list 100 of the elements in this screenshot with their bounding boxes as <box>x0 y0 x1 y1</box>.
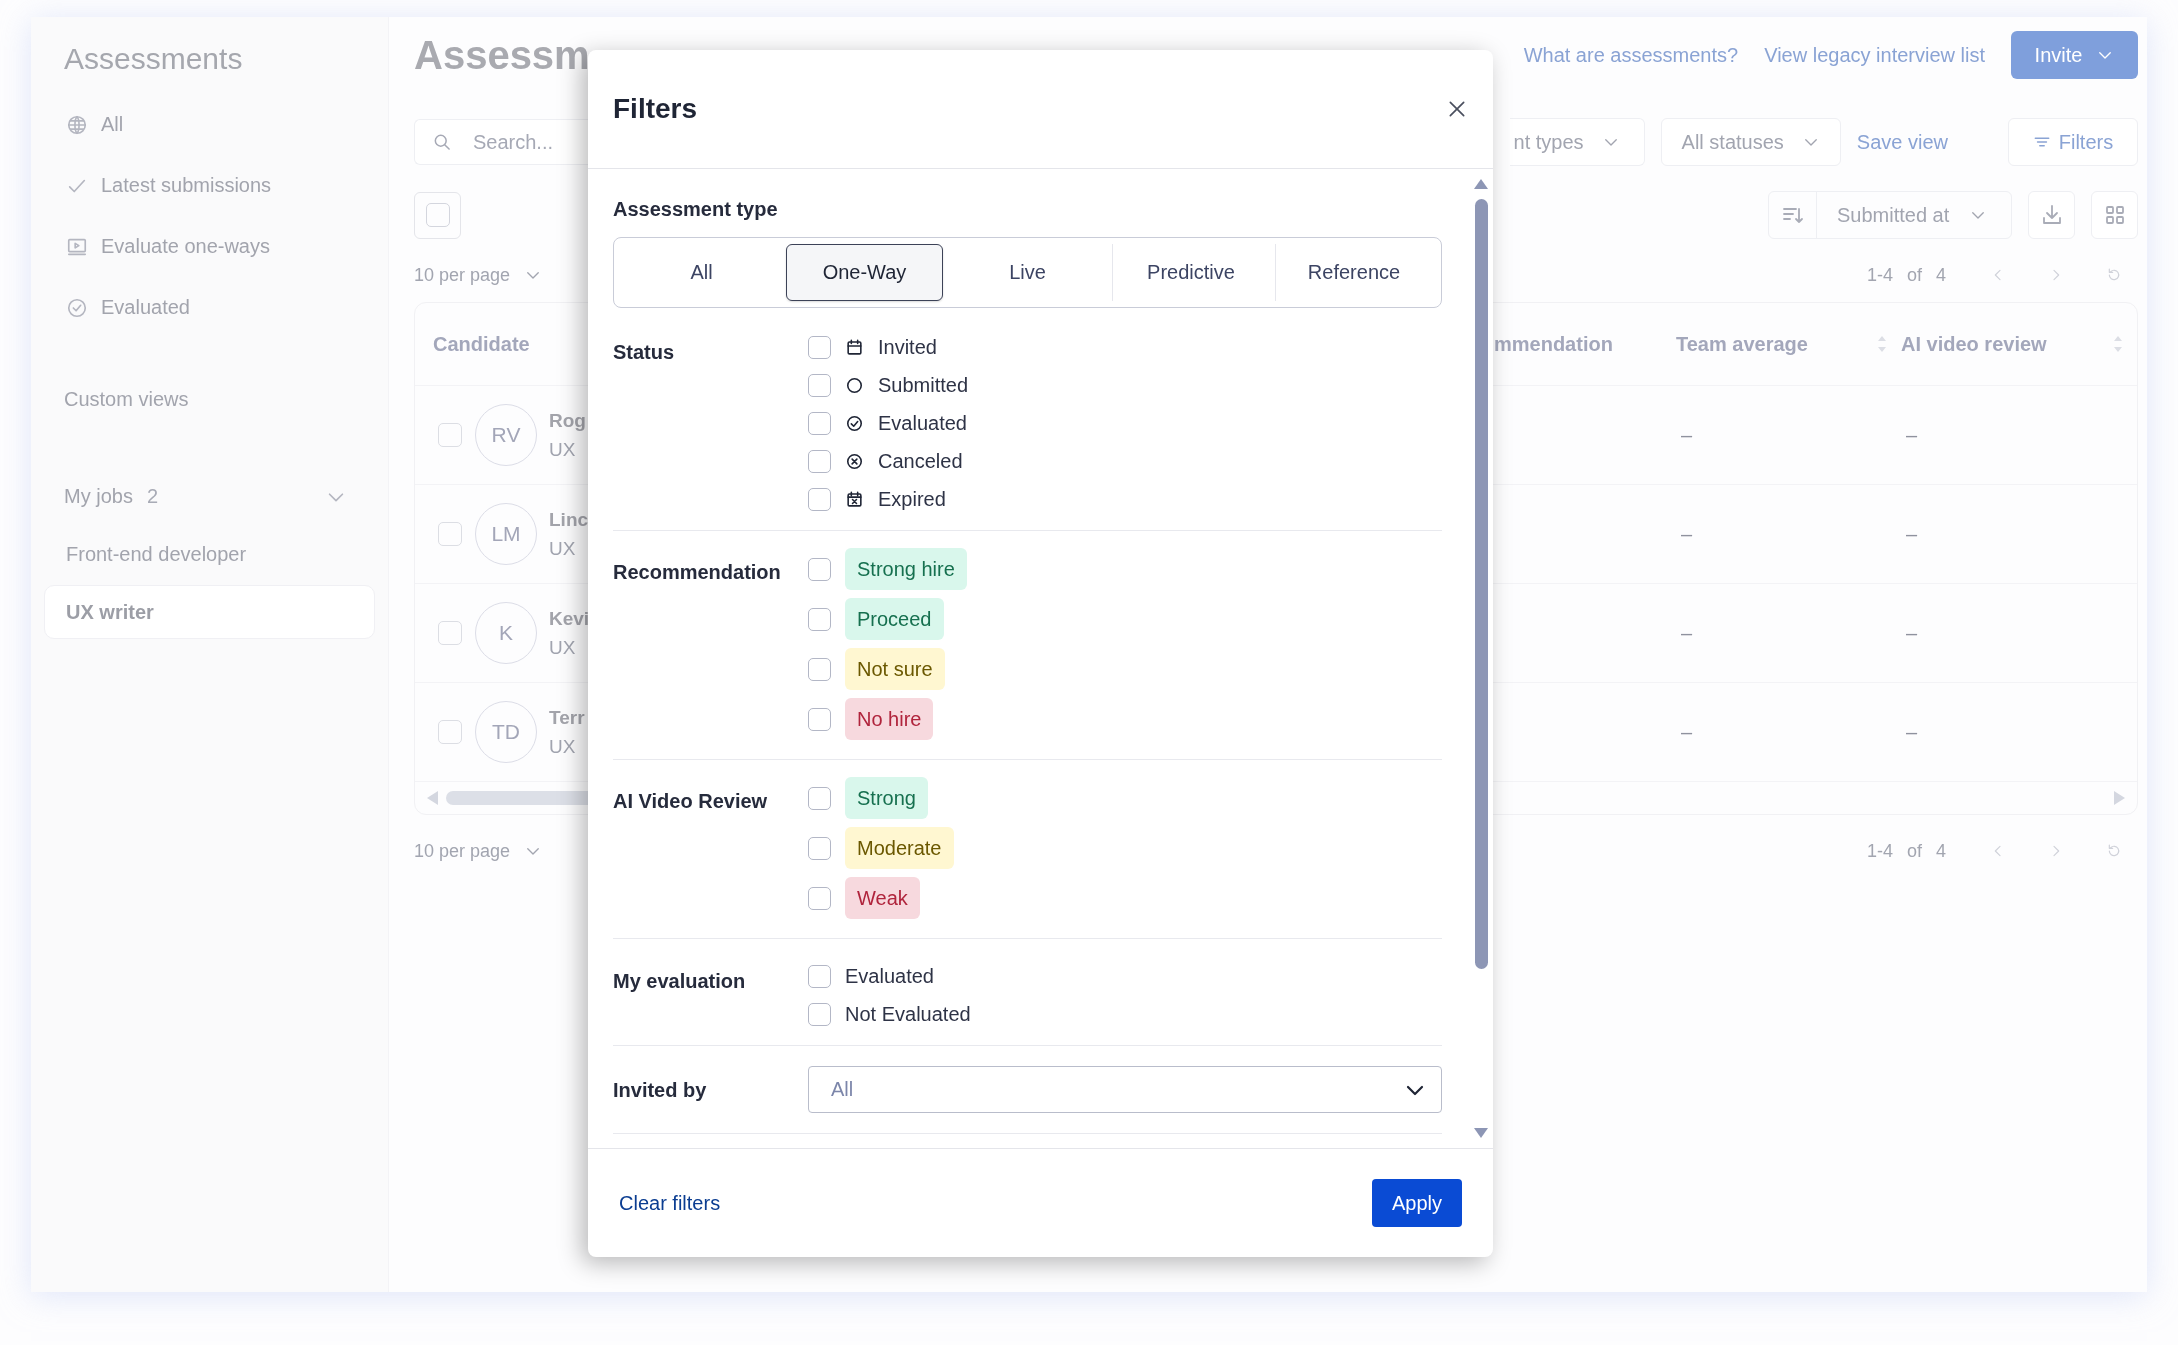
scroll-right-icon[interactable] <box>2114 791 2125 805</box>
filter-label: Invited by <box>613 1077 708 1102</box>
dialog-title: Filters <box>613 93 698 125</box>
scrollbar-thumb[interactable] <box>1474 199 1488 969</box>
invite-button[interactable]: Invite <box>2011 31 2138 79</box>
clear-filters-link[interactable]: Clear filters <box>613 1187 727 1219</box>
calendar-x-icon <box>845 489 864 509</box>
table-cell-text: – <box>1905 621 1919 645</box>
sort-arrows-icon[interactable] <box>2113 334 2123 354</box>
option-label: Invited <box>878 335 937 359</box>
job-item[interactable]: UX writer <box>44 585 375 639</box>
table-cell-text: – <box>1680 720 1694 744</box>
column-header: mmendation <box>1494 332 1614 356</box>
candidate-name: Kevi <box>549 607 590 631</box>
per-page-dropdown[interactable]: 10 per page <box>414 264 543 286</box>
check-circle-icon <box>66 296 88 319</box>
scroll-down-icon[interactable] <box>1474 1128 1488 1138</box>
select-all-checkbox[interactable] <box>414 191 461 239</box>
checkbox[interactable] <box>808 607 831 631</box>
nav-item[interactable]: Evaluated <box>44 277 375 338</box>
job-title: UX <box>549 636 577 660</box>
nav-item[interactable]: Evaluate one-ways <box>44 216 375 277</box>
recommendation-tag: Strong hire <box>845 548 967 590</box>
row-checkbox[interactable] <box>438 621 462 645</box>
option-label: Expired <box>878 487 946 511</box>
table-cell-text: – <box>1680 522 1694 546</box>
section-heading: Custom views <box>63 387 190 412</box>
nav-item[interactable]: Latest submissions <box>44 155 375 216</box>
table-cell-text: – <box>1905 423 1919 447</box>
recommendation-tag: Proceed <box>845 598 944 640</box>
recommendation-tag: Moderate <box>845 827 954 869</box>
close-icon[interactable] <box>1447 99 1467 119</box>
segment-tab[interactable]: Live <box>949 244 1106 301</box>
type-dropdown[interactable]: nt types <box>1509 118 1645 166</box>
checkbox[interactable] <box>808 707 831 731</box>
section-heading: My jobs <box>64 485 133 508</box>
job-title: UX <box>549 438 577 462</box>
job-item[interactable]: Front-end developer <box>44 527 375 581</box>
option-label: Evaluated <box>878 411 967 435</box>
grid-view-button[interactable] <box>2091 191 2138 239</box>
row-checkbox[interactable] <box>438 423 462 447</box>
page-total: 4 <box>1936 840 1946 862</box>
globe-icon <box>66 113 88 136</box>
refresh-icon[interactable] <box>2106 267 2122 283</box>
candidate-name: Linc <box>549 508 589 532</box>
save-view-link[interactable]: Save view <box>1856 130 1948 154</box>
segment-tab[interactable]: Reference <box>1275 244 1432 301</box>
row-checkbox[interactable] <box>438 720 462 744</box>
checkbox[interactable] <box>808 786 831 810</box>
checkbox[interactable] <box>808 557 831 581</box>
help-link[interactable]: What are assessments? <box>1523 43 1739 67</box>
candidate-name: Rog <box>549 409 586 433</box>
page-of-label: of <box>1906 264 1922 286</box>
help-link[interactable]: View legacy interview list <box>1764 43 1985 67</box>
job-title: UX <box>549 537 577 561</box>
checkbox[interactable] <box>808 487 831 511</box>
count-label: 2 <box>146 485 159 508</box>
checkbox[interactable] <box>808 411 831 435</box>
segment-tab[interactable]: One-Way <box>786 244 943 301</box>
row-checkbox[interactable] <box>438 522 462 546</box>
checkbox[interactable] <box>808 335 831 359</box>
refresh-icon[interactable] <box>2106 843 2122 859</box>
page-range: 1-4 <box>1866 264 1893 286</box>
recommendation-tag: Not sure <box>845 648 945 690</box>
filters-button[interactable]: Filters <box>2008 118 2138 166</box>
table-cell-text: – <box>1905 522 1919 546</box>
scroll-up-icon[interactable] <box>1474 179 1488 189</box>
column-header: Candidate <box>432 332 531 356</box>
download-button[interactable] <box>2028 191 2075 239</box>
segment-tab[interactable]: All <box>623 244 780 301</box>
option-label: Not Evaluated <box>845 1002 971 1026</box>
option-label: Submitted <box>878 373 969 397</box>
checkbox[interactable] <box>808 836 831 860</box>
column-header: AI video review <box>1901 332 2047 356</box>
segment-tab[interactable]: Predictive <box>1112 244 1269 301</box>
search-field[interactable]: Search... <box>414 119 589 165</box>
apply-button[interactable]: Apply <box>1371 1179 1462 1227</box>
search-icon <box>432 132 452 152</box>
candidate-name: Terr <box>549 706 585 730</box>
status-dropdown[interactable]: All statuses <box>1660 118 1841 166</box>
checkbox[interactable] <box>808 657 831 681</box>
checkbox[interactable] <box>808 449 831 473</box>
filter-label: AI Video Review <box>613 789 769 814</box>
checkbox[interactable] <box>808 886 831 910</box>
table-cell-text: – <box>1680 423 1694 447</box>
checkbox[interactable] <box>808 373 831 397</box>
page-total: 4 <box>1936 264 1946 286</box>
per-page-dropdown[interactable]: 10 per page <box>414 840 543 862</box>
sort-arrows-icon[interactable] <box>1877 334 1887 354</box>
table-cell-text: – <box>1905 720 1919 744</box>
column-header: Team average <box>1676 332 1808 356</box>
invited-by-select[interactable]: All <box>808 1066 1442 1113</box>
job-title: UX <box>549 735 577 759</box>
sidebar-title: Assessments <box>64 41 244 77</box>
checkbox[interactable] <box>808 1002 831 1026</box>
check-circle-icon <box>845 413 864 433</box>
nav-item[interactable]: All <box>44 94 375 155</box>
checkbox[interactable] <box>808 964 831 988</box>
option-label: Evaluated <box>845 964 934 988</box>
sort-dropdown[interactable]: Submitted at <box>1768 191 2012 239</box>
